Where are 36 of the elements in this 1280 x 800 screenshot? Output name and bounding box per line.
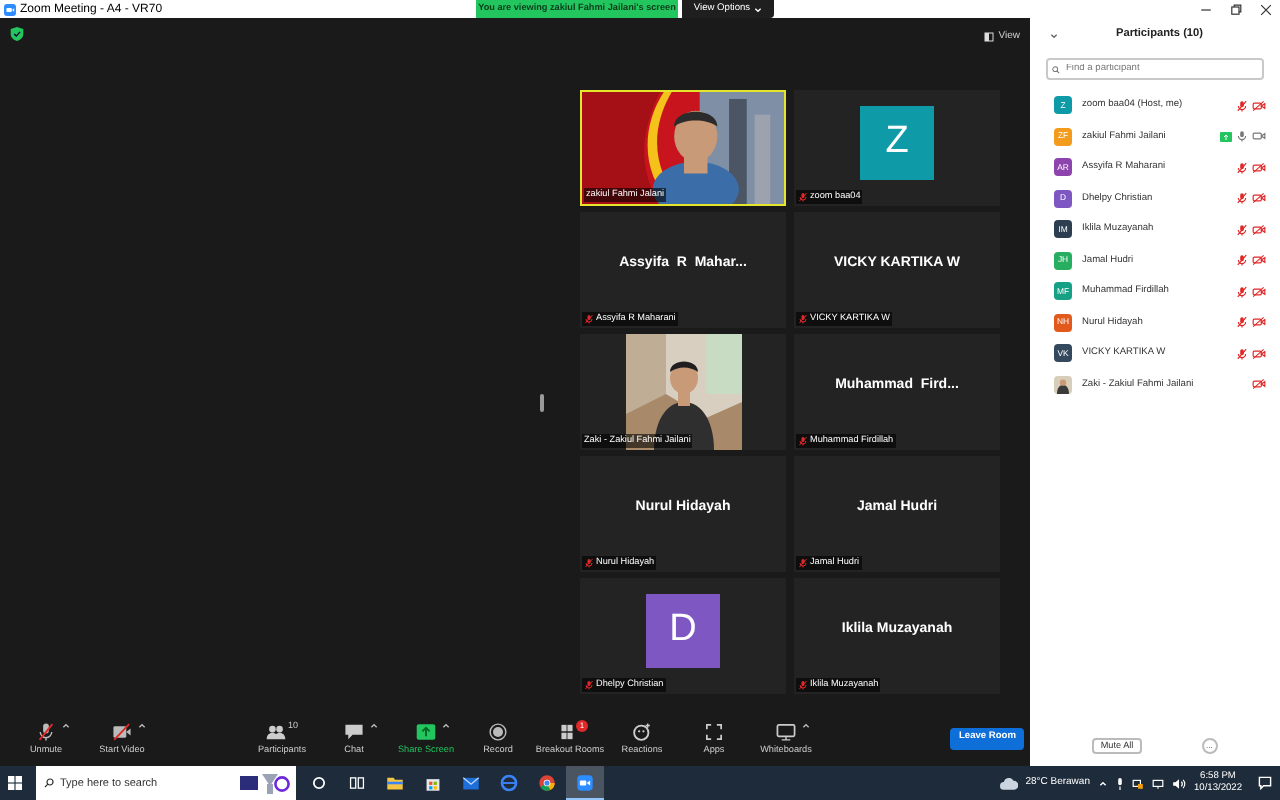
smiley-icon [632,721,652,742]
notification-icon[interactable] [1258,776,1272,790]
splitter-handle[interactable] [540,394,544,412]
monitor-icon[interactable] [1151,777,1164,789]
caret-icon [754,5,763,13]
speaker-icon[interactable] [1171,777,1186,789]
layout-icon [984,32,995,43]
video-camera-icon [576,773,594,791]
task-view-icon [348,774,366,792]
envelope-icon [462,774,480,792]
apps-icon [704,721,724,742]
maximize-icon[interactable] [1230,3,1242,15]
folder-icon [386,774,404,792]
chevron-up-icon[interactable] [1097,779,1108,787]
e-browser-icon [500,774,518,792]
shield-icon [10,26,24,42]
people-icon [265,721,286,742]
avatar-tile: D [646,593,720,667]
close-icon[interactable] [1260,3,1272,15]
chat-bubble-icon [344,721,364,742]
shopping-bag-icon [424,774,442,792]
muted-mic-icon [36,721,56,742]
circle-icon [310,774,328,792]
chevron-down-icon[interactable] [1050,31,1058,39]
avatar-tile: Z [860,105,934,179]
chrome-icon [538,774,556,792]
share-arrow-icon [416,721,436,742]
minimize-icon[interactable] [1200,3,1212,15]
record-icon [488,721,508,742]
taskbar-app-button[interactable] [566,766,604,800]
video-off-icon [112,721,132,742]
cloud-icon [999,777,1018,789]
search-icon [1052,65,1060,73]
whiteboard-icon [776,721,796,742]
windows-start-icon[interactable] [8,776,22,790]
search-icon [44,778,54,788]
